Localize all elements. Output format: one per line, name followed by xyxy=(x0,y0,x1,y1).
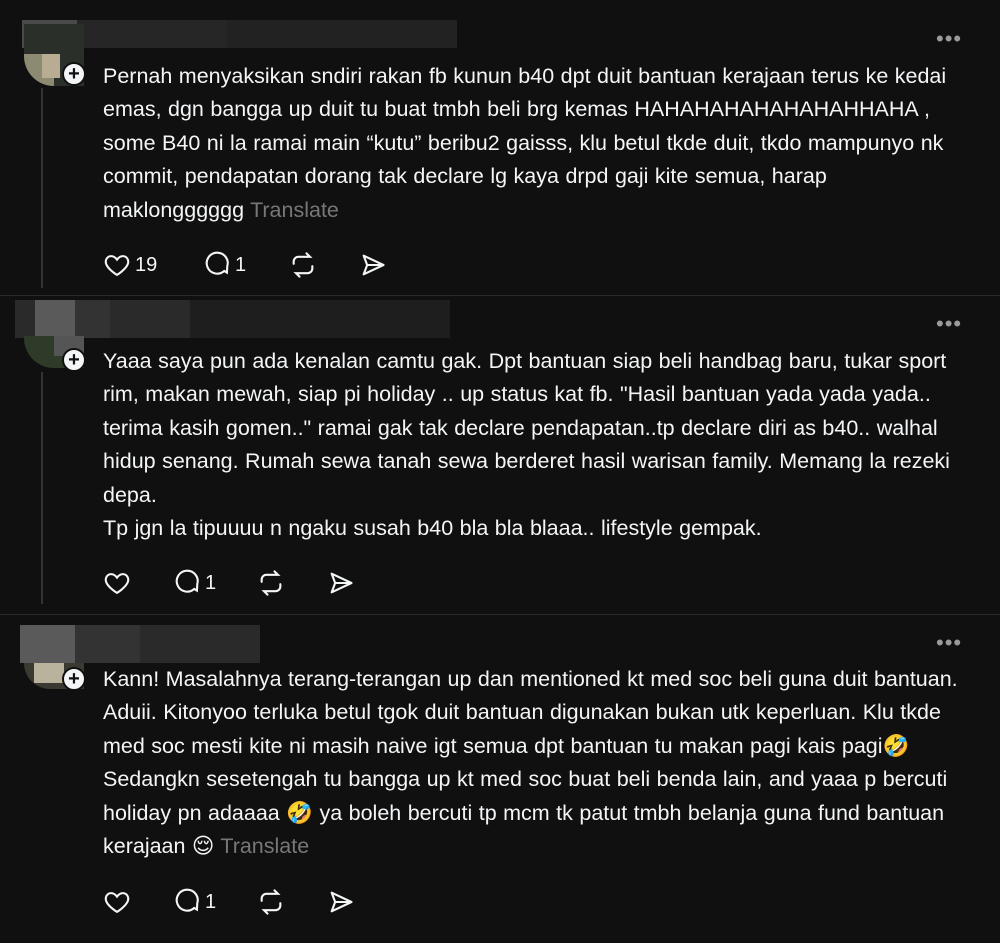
action-bar: 1 xyxy=(103,887,403,917)
username-redacted xyxy=(15,300,450,338)
repost-icon xyxy=(292,252,314,278)
thread-line xyxy=(41,372,43,604)
more-icon[interactable]: ••• xyxy=(936,313,966,335)
action-bar: 19 1 xyxy=(103,250,403,280)
reply-button[interactable]: 1 xyxy=(203,250,246,280)
heart-icon xyxy=(104,573,130,595)
comment-icon xyxy=(175,569,199,593)
follow-plus-icon[interactable]: + xyxy=(62,62,86,86)
translate-link[interactable]: Translate xyxy=(250,198,339,222)
like-button[interactable] xyxy=(103,887,131,917)
action-bar: 1 xyxy=(103,568,403,598)
like-button[interactable] xyxy=(103,568,131,598)
like-button[interactable]: 19 xyxy=(103,250,157,280)
send-icon xyxy=(362,254,385,276)
reply-count: 1 xyxy=(205,890,217,913)
post-text-content: Pernah menyaksikan sndiri rakan fb kunun… xyxy=(103,64,953,222)
share-button[interactable] xyxy=(359,250,387,280)
share-button[interactable] xyxy=(327,887,355,917)
reply-count: 1 xyxy=(205,571,217,594)
post-text: Kann! Masalahnya terang-terangan up dan … xyxy=(103,663,973,863)
comment-icon xyxy=(175,888,199,912)
reply-post: + ••• Pernah menyaksikan sndiri rakan fb… xyxy=(0,0,1000,295)
heart-icon xyxy=(104,255,130,277)
comment-icon xyxy=(205,251,229,275)
share-button[interactable] xyxy=(327,568,355,598)
post-text: Pernah menyaksikan sndiri rakan fb kunun… xyxy=(103,60,973,227)
thread-line xyxy=(41,88,43,288)
heart-icon xyxy=(104,892,130,914)
more-icon[interactable]: ••• xyxy=(936,632,966,654)
repost-icon xyxy=(260,889,282,915)
send-icon xyxy=(330,572,353,594)
reply-button[interactable]: 1 xyxy=(173,568,216,598)
follow-plus-icon[interactable]: + xyxy=(62,348,86,372)
send-icon xyxy=(330,891,353,913)
like-count: 19 xyxy=(135,253,158,276)
post-text-content: Yaaa saya pun ada kenalan camtu gak. Dpt… xyxy=(103,349,950,541)
follow-plus-icon[interactable]: + xyxy=(62,667,86,691)
post-text-content: Kann! Masalahnya terang-terangan up dan … xyxy=(103,667,963,859)
repost-button[interactable] xyxy=(289,250,317,280)
reply-button[interactable]: 1 xyxy=(173,887,216,917)
repost-icon xyxy=(260,570,282,596)
repost-button[interactable] xyxy=(257,568,285,598)
reply-post: + ••• Kann! Masalahnya terang-terangan u… xyxy=(0,615,1000,943)
reply-count: 1 xyxy=(235,253,247,276)
reply-post: + ••• Yaaa saya pun ada kenalan camtu ga… xyxy=(0,296,1000,614)
more-icon[interactable]: ••• xyxy=(936,28,966,50)
translate-link[interactable]: Translate xyxy=(220,834,309,858)
repost-button[interactable] xyxy=(257,887,285,917)
post-text: Yaaa saya pun ada kenalan camtu gak. Dpt… xyxy=(103,345,973,545)
username-redacted xyxy=(20,625,260,663)
username-redacted xyxy=(22,20,457,48)
